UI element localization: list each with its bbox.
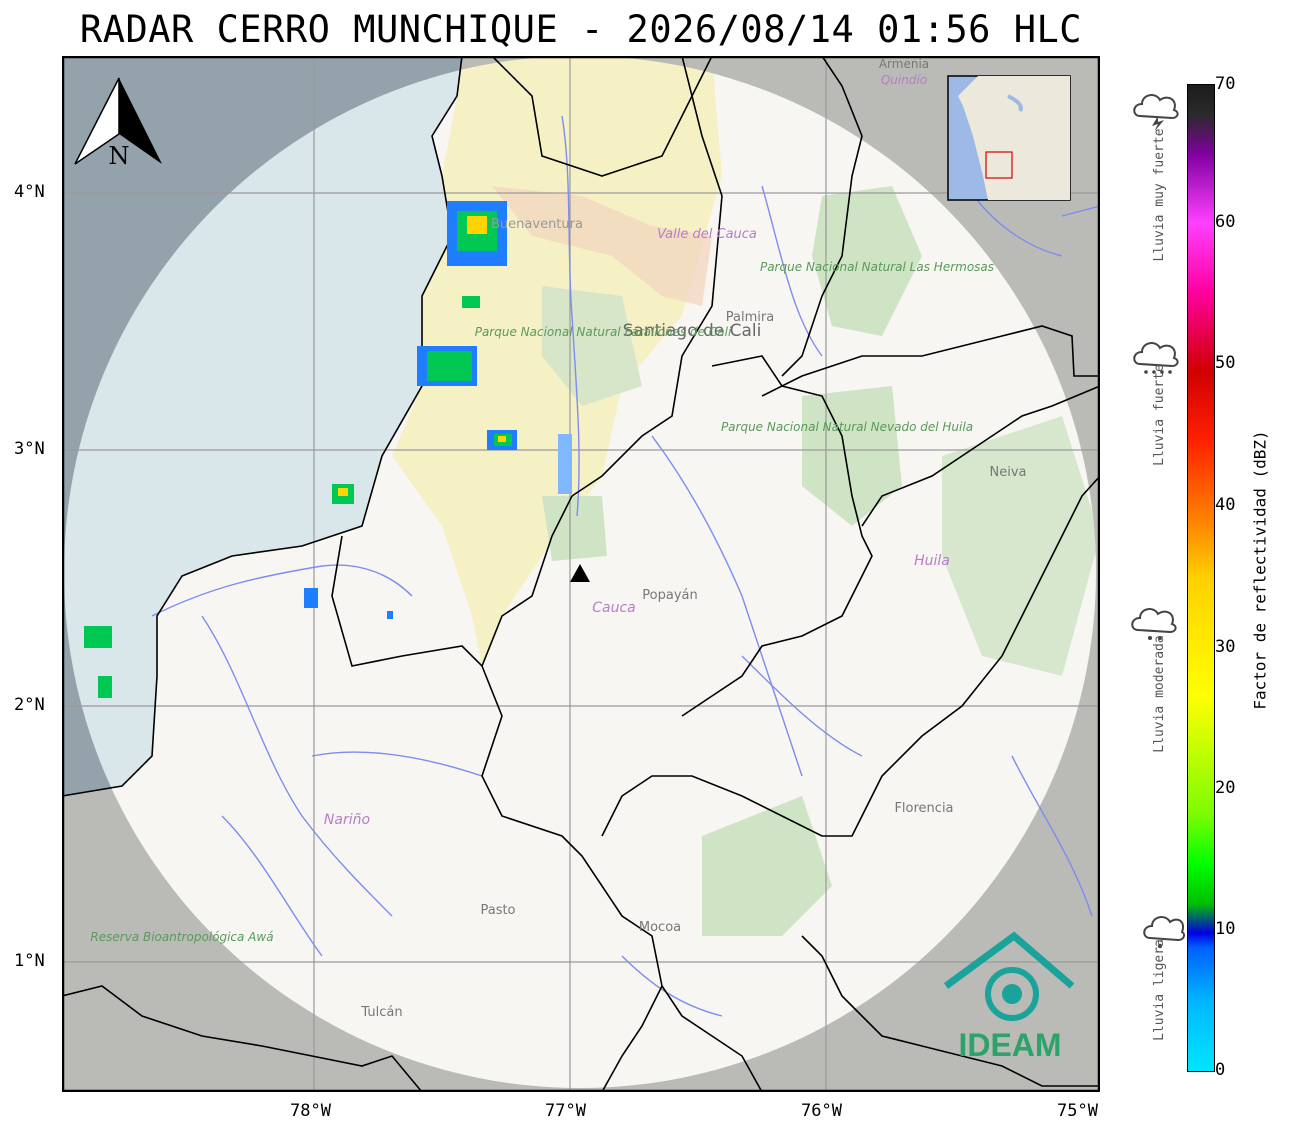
label-valle: Valle del Cauca [657, 227, 757, 242]
label-pasto: Pasto [480, 903, 515, 918]
label-farallones: Parque Nacional Natural Farallones de Ca… [475, 325, 732, 339]
label-huila: Huila [914, 553, 950, 569]
label-florencia: Florencia [894, 801, 953, 816]
label-narino: Nariño [324, 812, 370, 828]
label-popayan: Popayán [642, 588, 697, 603]
colorbar-tick-50: 50 [1215, 353, 1236, 373]
lat-tick-1n: 1°N [14, 951, 45, 971]
north-label: N [109, 142, 130, 170]
lon-tick-78w: 78°W [290, 1101, 331, 1121]
thunderstorm-cloud-icon [1133, 94, 1179, 130]
colorbar-label: Factor de reflectividad (dBZ) [1250, 430, 1270, 710]
echo-cell-8 [84, 626, 112, 648]
lon-tick-76w: 76°W [801, 1101, 842, 1121]
rain-label-heavy: Lluvia fuerte [1152, 364, 1167, 466]
echo-cell-9 [98, 676, 112, 698]
park-park [542, 496, 607, 561]
colorbar-tick-10: 10 [1215, 919, 1236, 939]
echo-cell-7 [304, 588, 318, 608]
map-title: RADAR CERRO MUNCHIQUE - 2026/08/14 01:56… [79, 8, 1083, 51]
rain-label-moderate: Lluvia moderada [1152, 635, 1167, 753]
rain-label-very-heavy: Lluvia muy fuerte [1152, 128, 1167, 262]
echo-cell-3 [462, 296, 480, 308]
reflectivity-colorbar [1187, 84, 1215, 1072]
radar-map[interactable]: Santiago de Cali Palmira Popayán Cauca H… [62, 56, 1100, 1092]
label-armenia: Armenia [879, 57, 929, 71]
colorbar-tick-0: 0 [1215, 1060, 1226, 1080]
colorbar-tick-20: 20 [1215, 778, 1236, 798]
label-quindio: Quindío [881, 73, 927, 87]
lat-tick-4n: 4°N [14, 182, 45, 202]
colorbar-tick-60: 60 [1215, 212, 1236, 232]
ideam-logo-text: IDEAM [958, 1027, 1061, 1063]
label-cauca: Cauca [592, 600, 636, 616]
colorbar-tick-30: 30 [1215, 637, 1236, 657]
inset-locator-map [947, 75, 1071, 201]
lon-tick-75w: 75°W [1057, 1101, 1098, 1121]
lat-tick-3n: 3°N [14, 439, 45, 459]
colorbar-tick-70: 70 [1215, 74, 1236, 94]
label-mocoa: Mocoa [639, 920, 681, 935]
rain-label-light: Lluvia ligera [1152, 939, 1167, 1041]
colorbar-tick-40: 40 [1215, 495, 1236, 515]
lat-tick-2n: 2°N [14, 695, 45, 715]
label-awa: Reserva Bioantropológica Awá [90, 930, 273, 944]
label-pnn-huila: Parque Nacional Natural Nevado del Huila [721, 420, 973, 434]
echo-cell-5 [558, 434, 572, 494]
label-buenaventura: Buenaventura [491, 217, 583, 232]
label-neiva: Neiva [990, 465, 1027, 480]
label-palmira: Palmira [726, 310, 774, 325]
lon-tick-77w: 77°W [545, 1101, 586, 1121]
label-hermosas: Parque Nacional Natural Las Hermosas [760, 260, 994, 274]
label-tulcan: Tulcán [360, 1005, 402, 1020]
